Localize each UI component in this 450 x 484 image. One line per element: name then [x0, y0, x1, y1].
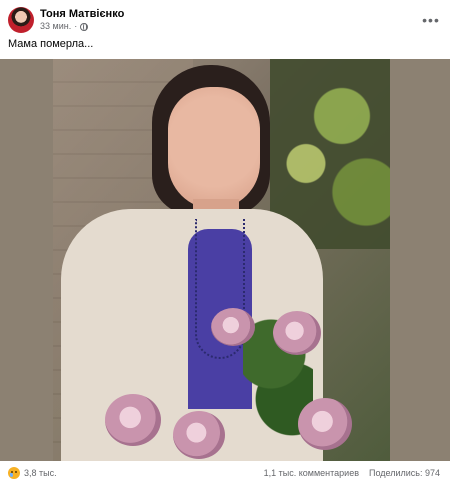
photo-rose — [273, 311, 321, 355]
post-footer: 3,8 тыс. 1,1 тыс. комментариев Поделилис… — [8, 465, 440, 481]
author-avatar[interactable] — [8, 7, 34, 33]
shares-count[interactable]: Поделились: 974 — [369, 468, 440, 478]
post-photo[interactable] — [53, 59, 390, 461]
footer-stats: 1,1 тыс. комментариев Поделились: 974 — [264, 468, 440, 478]
post-meta: Тоня Матвієнко 33 мин. · — [40, 8, 124, 32]
post-time[interactable]: 33 мин. — [40, 21, 71, 32]
post-card: Тоня Матвієнко 33 мин. · ••• Мама померл… — [0, 0, 450, 484]
post-subline: 33 мин. · — [40, 21, 124, 32]
photo-face — [168, 87, 260, 209]
post-header: Тоня Матвієнко 33 мин. · ••• — [8, 6, 442, 34]
photo-rose — [173, 411, 225, 459]
sad-reaction-icon[interactable] — [8, 467, 20, 479]
author-name[interactable]: Тоня Матвієнко — [40, 8, 124, 21]
post-text: Мама померла... — [8, 38, 94, 50]
comments-count[interactable]: 1,1 тыс. комментариев — [264, 468, 359, 478]
more-options-button[interactable]: ••• — [420, 9, 442, 31]
reactions-count[interactable]: 3,8 тыс. — [24, 468, 57, 478]
more-icon: ••• — [422, 12, 440, 28]
globe-icon — [80, 22, 89, 31]
photo-rose — [298, 398, 352, 450]
photo-rose — [105, 394, 161, 446]
tear-icon — [10, 473, 13, 477]
photo-rose — [211, 308, 255, 346]
post-photo-container[interactable] — [0, 59, 450, 461]
